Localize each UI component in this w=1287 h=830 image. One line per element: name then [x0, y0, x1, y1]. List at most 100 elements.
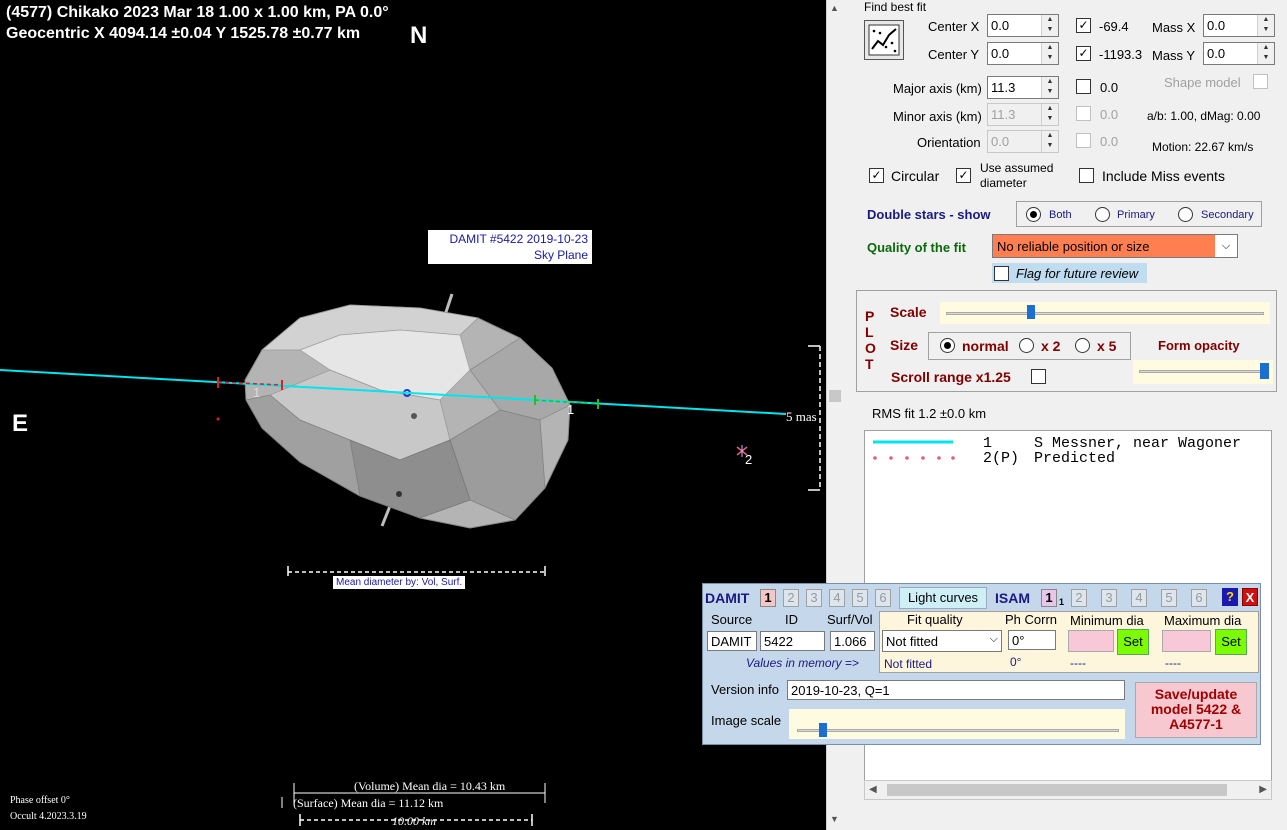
center-x-arrows[interactable]: ▲ ▼: [1041, 15, 1058, 36]
use-assumed-line1: Use assumed: [980, 161, 1054, 175]
circular-checkbox[interactable]: ✓: [869, 168, 884, 183]
damit-tab-5[interactable]: 5: [852, 589, 868, 607]
opacity-slider-track: [1139, 370, 1267, 373]
isam-tab-1[interactable]: 1: [1041, 589, 1057, 607]
mass-x-spinner[interactable]: 0.0 ▲ ▼: [1203, 14, 1275, 37]
asteroid-shape: [244, 293, 571, 529]
major-axis-arrows[interactable]: ▲ ▼: [1041, 77, 1058, 98]
damit-tab-2[interactable]: 2: [783, 589, 799, 607]
legend-scroll-thumb[interactable]: [887, 784, 1227, 796]
orientation-value: 0.0: [991, 134, 1010, 149]
center-y-arrows[interactable]: ▲ ▼: [1041, 43, 1058, 64]
flag-review-label: Flag for future review: [1016, 266, 1139, 281]
ph-corrn-field[interactable]: 0°: [1008, 630, 1056, 650]
source-field[interactable]: DAMIT: [707, 631, 757, 651]
isam-tab-6[interactable]: 6: [1191, 589, 1207, 607]
image-scale-label: Image scale: [711, 713, 782, 728]
center-y-checkbox[interactable]: ✓: [1076, 46, 1091, 61]
radio-size-x2-label: x 2: [1041, 338, 1061, 354]
orientation-spinner[interactable]: 0.0 ▲ ▼: [987, 130, 1059, 153]
mass-y-arrows[interactable]: ▲ ▼: [1257, 43, 1274, 64]
radio-size-normal-label: normal: [962, 338, 1009, 354]
isam-tab-3[interactable]: 3: [1101, 589, 1117, 607]
radio-size-x2[interactable]: [1019, 338, 1034, 353]
radio-secondary[interactable]: [1178, 207, 1193, 222]
major-axis-checkbox[interactable]: [1076, 79, 1091, 94]
fit-quality-dropdown[interactable]: Not fitted ⌵: [882, 630, 1002, 652]
damit-tab-1[interactable]: 1: [760, 589, 776, 607]
damit-sky-label: DAMIT #5422 2019-10-23 Sky Plane: [428, 230, 592, 264]
radio-size-x5[interactable]: [1075, 338, 1090, 353]
size-label: Size: [890, 337, 919, 353]
include-miss-label: Include Miss events: [1102, 168, 1225, 184]
center-x-spinner[interactable]: 0.0 ▲ ▼: [987, 14, 1059, 37]
radio-size-normal[interactable]: [940, 338, 955, 353]
image-scale-slider[interactable]: [789, 709, 1125, 739]
minor-axis-spinner[interactable]: 11.3 ▲ ▼: [987, 103, 1059, 126]
radio-primary[interactable]: [1095, 207, 1110, 222]
surfvol-label: Surf/Vol: [827, 612, 873, 627]
scroll-down-icon[interactable]: ▼: [830, 814, 839, 824]
close-icon[interactable]: X: [1242, 588, 1258, 606]
ab-dmag-label: a/b: 1.00, dMag: 0.00: [1147, 109, 1261, 123]
damit-title: DAMIT: [705, 590, 750, 606]
isam-tab-4[interactable]: 4: [1131, 589, 1147, 607]
chevron-down-icon[interactable]: ⌵: [1215, 235, 1237, 257]
rms-fit-label: RMS fit 1.2 ±0.0 km: [872, 406, 987, 421]
radio-both-label: Both: [1049, 209, 1072, 221]
minor-axis-checkbox[interactable]: [1076, 106, 1091, 121]
id-field[interactable]: 5422: [760, 631, 825, 651]
legend-row-2-num: 2(P): [983, 450, 1020, 467]
damit-tab-4[interactable]: 4: [829, 589, 845, 607]
isam-title: ISAM: [995, 590, 1030, 606]
minor-axis-arrows[interactable]: ▲ ▼: [1041, 104, 1058, 125]
version-info-field[interactable]: 2019-10-23, Q=1: [787, 680, 1125, 700]
damit-tab-6[interactable]: 6: [875, 589, 891, 607]
surfvol-field[interactable]: 1.066: [830, 631, 875, 651]
source-label: Source: [711, 612, 753, 627]
mass-y-spinner[interactable]: 0.0 ▲ ▼: [1203, 42, 1275, 65]
flag-review-checkbox[interactable]: [994, 266, 1009, 281]
use-assumed-line2: diameter: [980, 176, 1027, 190]
quality-dropdown[interactable]: No reliable position or size ⌵: [992, 234, 1238, 258]
scale-slider[interactable]: [940, 302, 1270, 324]
shape-model-checkbox[interactable]: [1253, 74, 1268, 89]
mass-x-value: 0.0: [1207, 18, 1226, 33]
damit-tab-3[interactable]: 3: [806, 589, 822, 607]
min-dia-field[interactable]: [1068, 630, 1114, 652]
min-dia-set-button[interactable]: Set: [1117, 629, 1149, 655]
image-scale-thumb[interactable]: [819, 723, 827, 737]
mass-x-arrows[interactable]: ▲ ▼: [1257, 15, 1274, 36]
use-assumed-checkbox[interactable]: ✓: [956, 168, 971, 183]
scroll-up-icon[interactable]: ▲: [830, 3, 839, 13]
save-update-button[interactable]: Save/update model 5422 & A4577-1: [1135, 682, 1257, 738]
scroll-left-icon[interactable]: ◀: [869, 784, 877, 795]
chord-2-label: 2: [745, 452, 753, 467]
orientation-arrows[interactable]: ▲ ▼: [1041, 131, 1058, 152]
orientation-checkbox[interactable]: [1076, 133, 1091, 148]
include-miss-checkbox[interactable]: [1079, 168, 1094, 183]
fit-quality-chevron-icon[interactable]: ⌵: [990, 633, 998, 646]
max-dia-field[interactable]: [1162, 630, 1211, 652]
opacity-slider[interactable]: [1133, 360, 1273, 384]
help-icon[interactable]: ?: [1222, 588, 1238, 606]
use-assumed-label: Use assumed diameter: [980, 161, 1053, 191]
scroll-thumb[interactable]: [829, 390, 841, 402]
light-curves-button[interactable]: Light curves: [899, 587, 987, 609]
center-x-checkbox[interactable]: ✓: [1076, 18, 1091, 33]
legend-horizontal-scrollbar[interactable]: ◀ ▶: [864, 780, 1272, 800]
major-axis-spinner[interactable]: 11.3 ▲ ▼: [987, 76, 1059, 99]
scale-slider-thumb[interactable]: [1027, 305, 1035, 319]
max-dia-set-button[interactable]: Set: [1215, 629, 1247, 655]
find-best-fit-button[interactable]: [864, 20, 904, 60]
mass-y-label: Mass Y: [1152, 48, 1196, 63]
center-y-spinner[interactable]: 0.0 ▲ ▼: [987, 42, 1059, 65]
volume-dia-label: (Volume) Mean dia = 10.43 km: [354, 779, 506, 793]
opacity-slider-thumb[interactable]: [1260, 363, 1269, 379]
mass-x-label: Mass X: [1152, 20, 1196, 35]
scroll-range-checkbox[interactable]: [1031, 369, 1046, 384]
radio-both[interactable]: [1026, 207, 1041, 222]
scroll-right-icon[interactable]: ▶: [1259, 784, 1267, 795]
isam-tab-5[interactable]: 5: [1161, 589, 1177, 607]
isam-tab-2[interactable]: 2: [1071, 589, 1087, 607]
